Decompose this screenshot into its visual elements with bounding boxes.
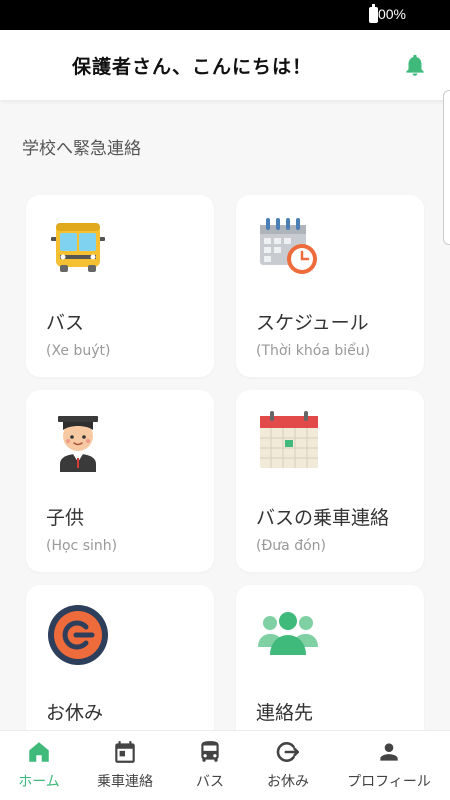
calendar-clock-icon	[260, 218, 317, 274]
card-title: 子供	[46, 507, 85, 529]
people-icon	[258, 612, 318, 655]
calendar-icon	[260, 411, 318, 468]
nav-profile[interactable]: プロフィール	[338, 731, 440, 800]
school-bus-icon	[51, 223, 105, 272]
app-header: 保護者さん、こんにちは！	[0, 30, 450, 100]
card-schedule[interactable]: スケジュール (Thời khóa biểu)	[236, 195, 424, 377]
bell-icon[interactable]	[402, 52, 428, 78]
nav-label: 乗車連絡	[97, 774, 153, 790]
bottom-navigation: ホーム 乗車連絡 バス お休み プロフィール	[0, 730, 450, 800]
card-title: 連絡先	[256, 702, 314, 724]
nav-label: バス	[196, 774, 224, 790]
battery-icon	[369, 4, 378, 23]
person-icon	[380, 743, 398, 761]
card-subtitle: (Đưa đón)	[256, 538, 326, 554]
nav-label: お休み	[267, 774, 309, 790]
home-icon	[29, 742, 49, 762]
card-child[interactable]: 子供 (Học sinh)	[26, 390, 214, 572]
leave-icon	[48, 605, 108, 665]
greeting-title: 保護者さん、こんにちは！	[72, 56, 313, 78]
scroll-indicator[interactable]	[443, 90, 450, 245]
card-subtitle: (Học sinh)	[46, 538, 118, 554]
nav-home[interactable]: ホーム	[8, 731, 70, 800]
nav-bus[interactable]: バス	[182, 731, 238, 800]
nav-label: プロフィール	[347, 774, 431, 790]
student-icon	[58, 416, 98, 472]
section-title: 学校へ緊急連絡	[22, 139, 141, 159]
card-title: お休み	[46, 702, 104, 724]
calendar-icon	[115, 741, 135, 763]
card-title: バスの乗車連絡	[256, 507, 390, 529]
bus-icon	[201, 741, 219, 762]
card-subtitle: (Xe buýt)	[46, 343, 111, 359]
card-title: バス	[46, 312, 85, 334]
status-bar: 100%	[0, 0, 450, 30]
exit-icon	[276, 742, 300, 762]
nav-label: ホーム	[18, 774, 60, 790]
card-bus-boarding[interactable]: バスの乗車連絡 (Đưa đón)	[236, 390, 424, 572]
nav-leave[interactable]: お休み	[258, 731, 318, 800]
nav-boarding[interactable]: 乗車連絡	[88, 731, 162, 800]
card-bus[interactable]: バス (Xe buýt)	[26, 195, 214, 377]
card-title: スケジュール	[256, 312, 369, 334]
card-subtitle: (Thời khóa biểu)	[256, 343, 371, 359]
